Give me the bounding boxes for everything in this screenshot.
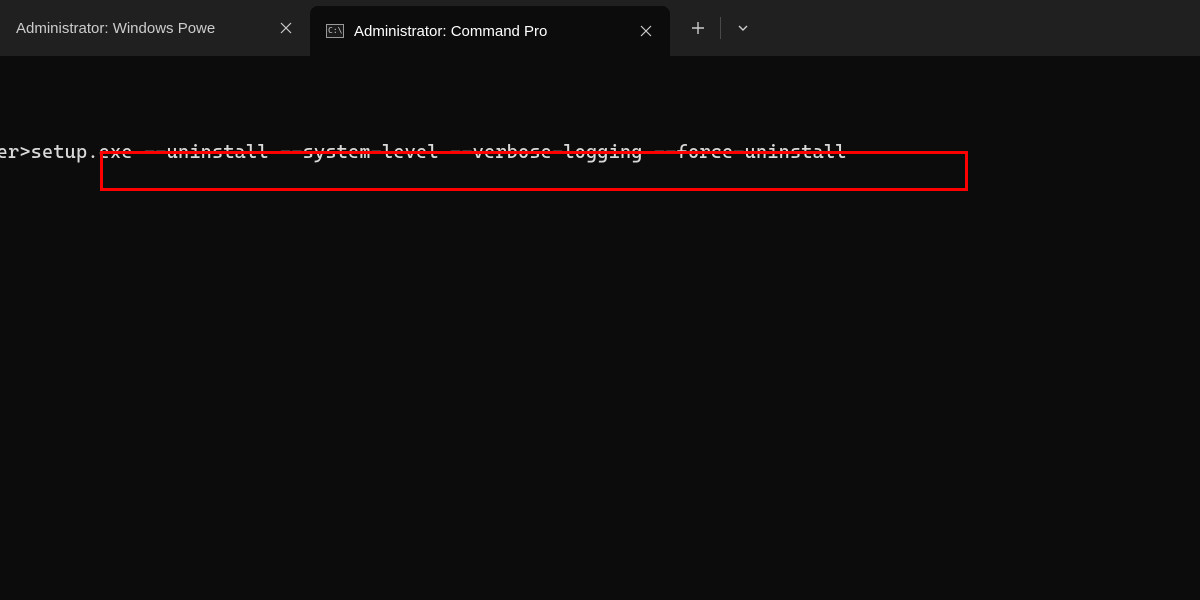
close-icon[interactable]: [634, 19, 658, 43]
close-icon[interactable]: [274, 16, 298, 40]
cmd-icon: C:\: [326, 22, 344, 40]
tab-title: Administrator: Windows Powe: [16, 20, 264, 37]
command-text: setup.exe --uninstall --system-level --v…: [31, 139, 847, 166]
tab-bar: Administrator: Windows Powe C:\ Administ…: [0, 0, 1200, 56]
new-tab-button[interactable]: [678, 8, 718, 48]
tab-title: Administrator: Command Pro: [354, 23, 624, 40]
tab-powershell[interactable]: Administrator: Windows Powe: [0, 0, 310, 56]
tab-controls: [670, 0, 763, 56]
tab-command-prompt[interactable]: C:\ Administrator: Command Pro: [310, 6, 670, 56]
prompt: rs\user>: [0, 139, 31, 166]
tab-dropdown-button[interactable]: [723, 8, 763, 48]
terminal-line: rs\user>setup.exe --uninstall --system-l…: [0, 139, 1200, 166]
terminal-body[interactable]: rs\user>setup.exe --uninstall --system-l…: [0, 56, 1200, 219]
divider: [720, 17, 721, 39]
